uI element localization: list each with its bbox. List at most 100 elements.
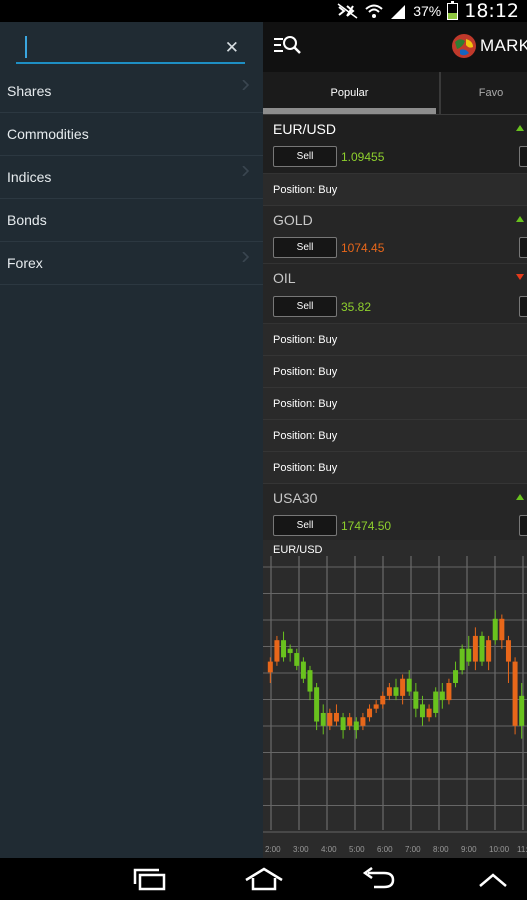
tab-favourites[interactable]: Favo: [439, 72, 527, 114]
position-row[interactable]: Position: Buy: [263, 388, 527, 420]
quote-symbol: EUR/USD: [273, 121, 337, 137]
recent-apps-icon[interactable]: [132, 867, 168, 891]
search-input[interactable]: ✕: [16, 36, 245, 64]
position-row[interactable]: Position: Buy: [263, 420, 527, 452]
chart-title: EUR/USD: [273, 544, 323, 556]
x-tick-label: 11:0: [517, 845, 527, 854]
candle-body: [413, 691, 419, 709]
main-panel: MARK Popular Favo EUR/USD Sell 1.09455 P…: [263, 22, 527, 858]
home-icon[interactable]: [244, 867, 284, 891]
quote-row-usa30[interactable]: USA30 Sell 17474.50: [263, 484, 527, 543]
candle-body: [360, 717, 366, 726]
candle-body: [492, 618, 498, 641]
candle-body: [333, 712, 339, 722]
clear-icon[interactable]: ✕: [225, 38, 239, 58]
candle-body: [340, 717, 346, 731]
position-label: Position: Buy: [273, 183, 338, 196]
tab-popular[interactable]: Popular: [263, 72, 436, 114]
candle-body: [274, 640, 280, 662]
chevron-up-icon[interactable]: [478, 872, 508, 888]
candlestick-chart: 2:00 3:00 4:00 5:00 6:00 7:00 8:00 9:00 10:00 11:…: [263, 556, 527, 854]
x-tick-label: 5:00: [349, 845, 365, 854]
candle-body: [353, 721, 359, 731]
status-bar: 37% 18:12: [0, 0, 527, 22]
x-tick-label: 6:00: [377, 845, 393, 854]
candle-body: [479, 635, 485, 662]
navigation-drawer: ✕ Shares Commodities Indices Bonds Forex: [0, 22, 263, 858]
tab-label: Popular: [330, 87, 369, 99]
x-tick-label: 2:00: [265, 845, 281, 854]
candle-body: [446, 683, 452, 701]
drawer-item-label: Commodities: [7, 126, 89, 142]
quote-row-gold[interactable]: GOLD Sell 1074.45: [263, 206, 527, 264]
candle-body: [380, 695, 386, 705]
position-row[interactable]: Position: Buy: [263, 356, 527, 388]
quote-row-oil[interactable]: OIL Sell 35.82: [263, 264, 527, 324]
buy-button[interactable]: [519, 237, 527, 258]
quote-row-eurusd[interactable]: EUR/USD Sell 1.09455: [263, 115, 527, 174]
sell-button[interactable]: Sell: [273, 515, 337, 536]
drawer-item-label: Indices: [7, 169, 52, 185]
candle-body: [367, 708, 373, 718]
sell-button[interactable]: Sell: [273, 237, 337, 258]
drawer-item-shares[interactable]: Shares: [0, 70, 263, 113]
candle-body: [320, 712, 326, 726]
quote-symbol: USA30: [273, 490, 318, 506]
drawer-item-forex[interactable]: Forex: [0, 242, 263, 285]
candle-body: [453, 670, 459, 683]
position-row[interactable]: Position: Buy: [263, 452, 527, 484]
sell-button[interactable]: Sell: [273, 146, 337, 167]
position-row[interactable]: Position: Buy: [263, 324, 527, 356]
back-icon[interactable]: [360, 867, 396, 891]
wifi-icon: [365, 4, 383, 18]
drawer-item-indices[interactable]: Indices: [0, 156, 263, 199]
position-label: Position: Buy: [273, 461, 338, 474]
candle-body: [386, 687, 392, 696]
candle-body: [433, 691, 439, 713]
app-title: MARK: [480, 36, 527, 55]
chevron-right-icon: [242, 252, 250, 262]
drawer-item-commodities[interactable]: Commodities: [0, 113, 263, 156]
candle-body: [466, 648, 472, 662]
battery-icon: [447, 0, 459, 20]
quote-symbol: OIL: [273, 270, 296, 286]
position-label: Position: Buy: [273, 397, 338, 410]
globe-logo-icon: [452, 34, 476, 58]
buy-button[interactable]: [519, 515, 527, 536]
buy-button[interactable]: [519, 146, 527, 167]
candle-body: [327, 712, 333, 726]
x-tick-label: 10:00: [489, 845, 510, 854]
price-chart[interactable]: EUR/USD 2:00 3:00 4:00 5:00 6:00 7:00 8:00 9:00…: [263, 540, 527, 858]
position-label: Position: Buy: [273, 365, 338, 378]
quote-price: 35.82: [341, 300, 372, 314]
arrow-up-icon: [516, 216, 524, 222]
arrow-up-icon: [516, 494, 524, 500]
candle-body: [307, 670, 313, 692]
system-nav-bar: [0, 858, 527, 900]
x-tick-label: 9:00: [461, 845, 477, 854]
candle-body: [486, 640, 492, 662]
candle-body: [499, 618, 505, 641]
search-list-icon[interactable]: [273, 34, 303, 58]
sell-button[interactable]: Sell: [273, 296, 337, 317]
position-label: Position: Buy: [273, 429, 338, 442]
chevron-right-icon: [242, 80, 250, 90]
tab-label: Favo: [478, 87, 504, 99]
candle-body: [400, 678, 406, 696]
candle-body: [287, 648, 293, 654]
candle-body: [294, 653, 300, 666]
candle-body: [472, 635, 478, 662]
mute-icon: [337, 3, 358, 19]
candle-body: [426, 708, 432, 718]
candle-body: [314, 687, 320, 722]
buy-button[interactable]: [519, 296, 527, 317]
x-tick-label: 7:00: [405, 845, 421, 854]
arrow-up-icon: [516, 125, 524, 131]
candle-body: [519, 695, 525, 726]
battery-percent: 37%: [413, 3, 442, 19]
x-tick-label: 8:00: [433, 845, 449, 854]
app-logo: MARK: [451, 33, 527, 59]
drawer-item-bonds[interactable]: Bonds: [0, 199, 263, 242]
quote-price: 17474.50: [341, 519, 392, 533]
position-row[interactable]: Position: Buy: [263, 174, 527, 206]
